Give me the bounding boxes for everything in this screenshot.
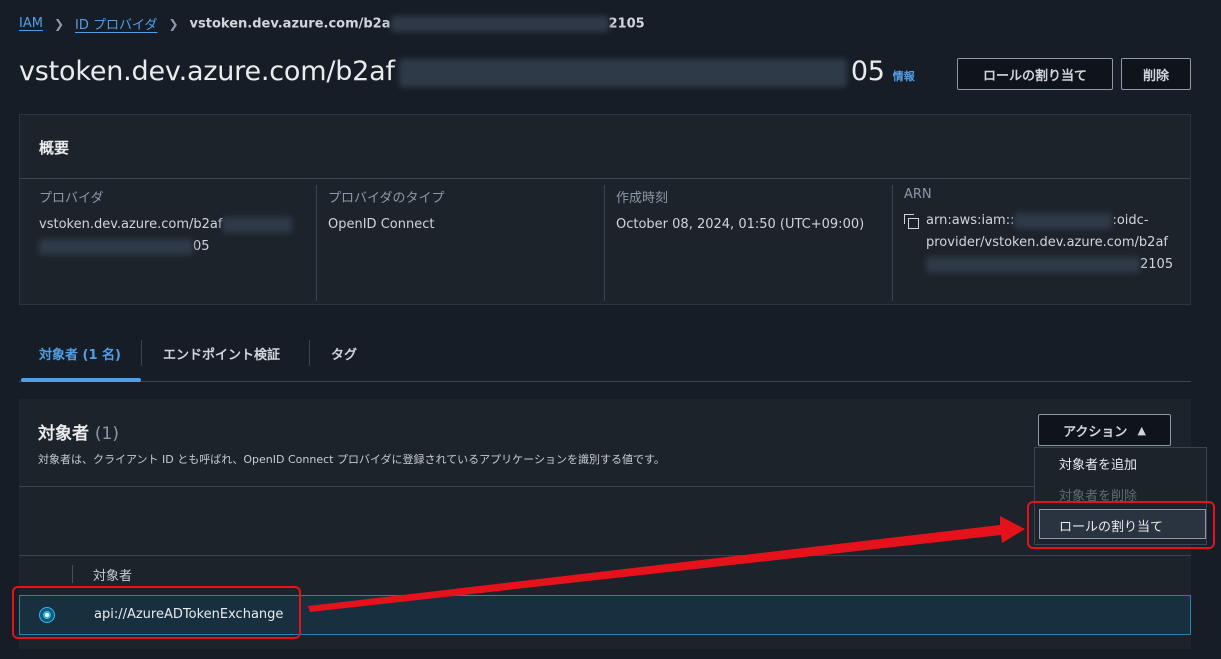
arrow-shape (308, 516, 1025, 612)
annotation-arrow (308, 516, 1025, 612)
